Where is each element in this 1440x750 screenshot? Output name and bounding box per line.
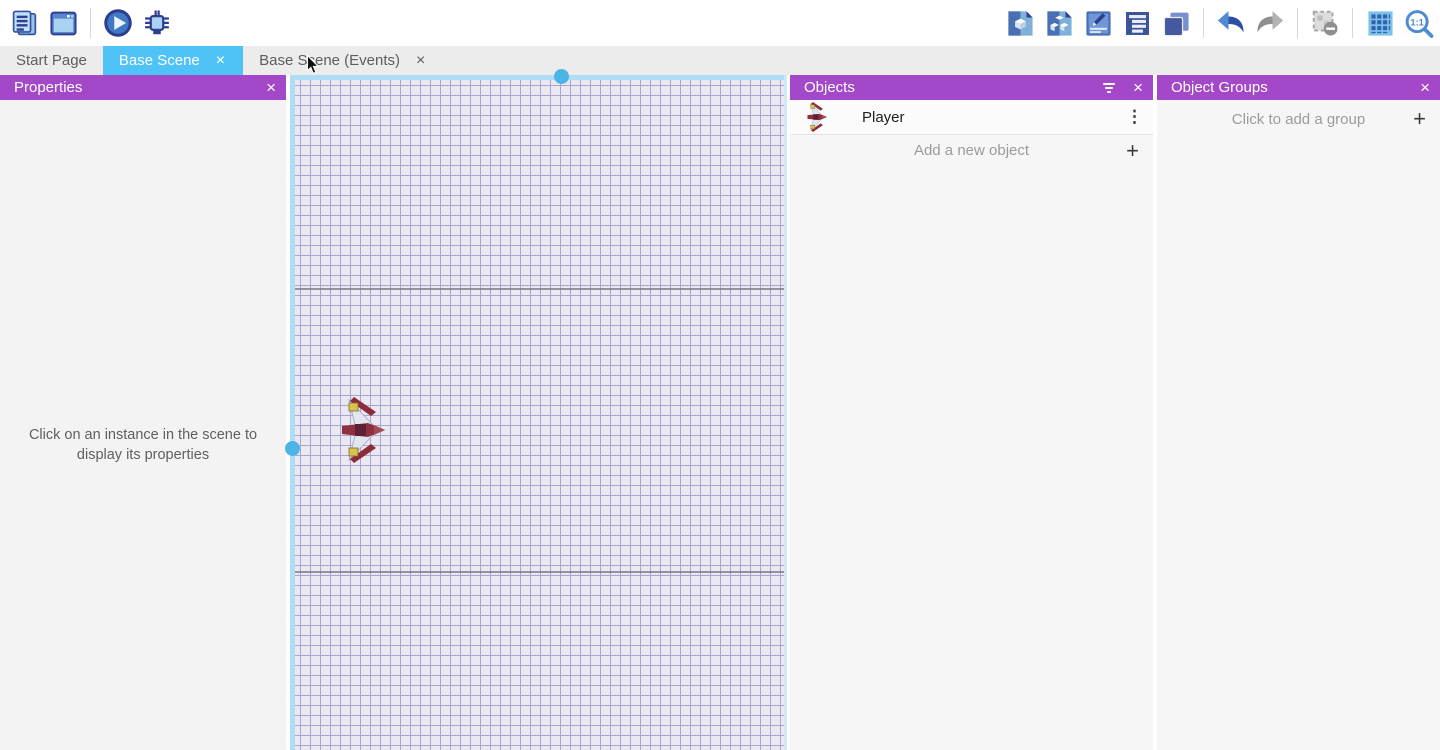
object-groups-panel: Object Groups × Click to add a group + <box>1157 75 1440 750</box>
panel-title: Objects <box>804 79 855 96</box>
close-icon[interactable]: × <box>266 79 276 96</box>
main-toolbar: 1:1 <box>0 0 1440 46</box>
add-group-row[interactable]: Click to add a group + <box>1157 100 1440 138</box>
properties-empty-message: Click on an instance in the scene to dis… <box>0 425 286 465</box>
tab-label: Base Scene (Events) <box>259 52 400 69</box>
start-page-button[interactable] <box>48 8 78 38</box>
toolbar-separator <box>1297 8 1298 38</box>
undo-icon <box>1216 8 1246 38</box>
start-page-window-icon <box>49 9 78 38</box>
close-icon[interactable]: × <box>1420 79 1430 96</box>
player-object-thumbnail <box>802 102 832 132</box>
panel-title: Properties <box>14 79 82 96</box>
open-instances-list-button[interactable] <box>1122 8 1152 38</box>
close-icon[interactable]: × <box>1133 79 1143 96</box>
tab-label: Base Scene <box>119 52 200 69</box>
delete-selection-icon <box>1310 8 1340 38</box>
vertical-scrollbar-track[interactable] <box>290 75 295 750</box>
scene-canvas[interactable] <box>290 75 787 750</box>
open-layers-button[interactable] <box>1161 8 1191 38</box>
redo-icon <box>1255 8 1285 38</box>
object-name: Player <box>862 109 905 126</box>
open-object-groups-button[interactable] <box>1044 8 1074 38</box>
objects-panel-header: Objects × <box>790 75 1153 100</box>
add-object-row[interactable]: Add a new object + <box>790 135 1153 166</box>
tab-start-page[interactable]: Start Page <box>0 46 103 75</box>
instances-list-icon <box>1123 9 1152 38</box>
properties-panel: Properties × Click on an instance in the… <box>0 75 286 750</box>
object-groups-editor-icon <box>1045 9 1074 38</box>
horizontal-scrollbar-track[interactable] <box>290 75 787 80</box>
right-edge-highlight <box>784 75 787 750</box>
editor-tab-bar: Start Page Base Scene × Base Scene (Even… <box>0 46 1440 75</box>
zoom-original-button[interactable]: 1:1 <box>1404 8 1434 38</box>
redo-button[interactable] <box>1255 8 1285 38</box>
properties-panel-header: Properties × <box>0 75 286 100</box>
delete-selection-button[interactable] <box>1310 8 1340 38</box>
plus-icon[interactable]: + <box>1413 108 1426 130</box>
objects-panel: Objects × Player <box>790 75 1153 750</box>
toolbar-left-group <box>0 8 172 38</box>
grid-icon <box>1366 9 1395 38</box>
undo-button[interactable] <box>1216 8 1246 38</box>
tab-label: Start Page <box>16 52 87 69</box>
properties-edit-icon <box>1084 9 1113 38</box>
object-list-item-player[interactable]: Player ⋮ <box>790 100 1153 135</box>
toolbar-separator <box>1203 8 1204 38</box>
toolbar-separator <box>1352 8 1353 38</box>
gdevelop-scene-editor: 1:1 Start Page Base Scene × Base Scene (… <box>0 0 1440 750</box>
horizontal-scrollbar-thumb[interactable] <box>554 69 569 84</box>
svg-text:1:1: 1:1 <box>1410 17 1424 27</box>
scene-window-border-line <box>290 288 787 290</box>
toolbar-separator <box>90 8 91 38</box>
play-preview-button[interactable] <box>103 8 133 38</box>
add-object-label: Add a new object <box>914 142 1029 159</box>
zoom-original-icon: 1:1 <box>1404 8 1434 39</box>
panel-title: Object Groups <box>1171 79 1268 96</box>
objects-editor-icon <box>1006 9 1035 38</box>
layers-icon <box>1162 9 1191 38</box>
toggle-grid-button[interactable] <box>1365 8 1395 38</box>
player-instance-sprite[interactable] <box>340 397 386 463</box>
scene-window-border-line <box>290 571 787 573</box>
debug-button[interactable] <box>142 8 172 38</box>
player-plane-icon <box>806 102 828 132</box>
project-manager-button[interactable] <box>9 8 39 38</box>
vertical-scrollbar-thumb[interactable] <box>285 441 300 456</box>
plus-icon[interactable]: + <box>1126 140 1139 162</box>
object-groups-panel-header: Object Groups × <box>1157 75 1440 100</box>
tab-base-scene[interactable]: Base Scene × <box>103 46 243 75</box>
close-icon[interactable]: × <box>214 53 227 69</box>
close-icon[interactable]: × <box>414 53 427 69</box>
play-preview-icon <box>103 8 133 38</box>
open-properties-button[interactable] <box>1083 8 1113 38</box>
project-manager-icon <box>10 9 39 38</box>
toolbar-right-group: 1:1 <box>1005 0 1434 46</box>
debug-icon <box>142 8 172 38</box>
add-group-label: Click to add a group <box>1232 111 1365 128</box>
filter-icon[interactable] <box>1103 83 1115 93</box>
open-objects-editor-button[interactable] <box>1005 8 1035 38</box>
kebab-menu-icon[interactable]: ⋮ <box>1126 100 1143 134</box>
tab-base-scene-events[interactable]: Base Scene (Events) × <box>243 46 443 75</box>
